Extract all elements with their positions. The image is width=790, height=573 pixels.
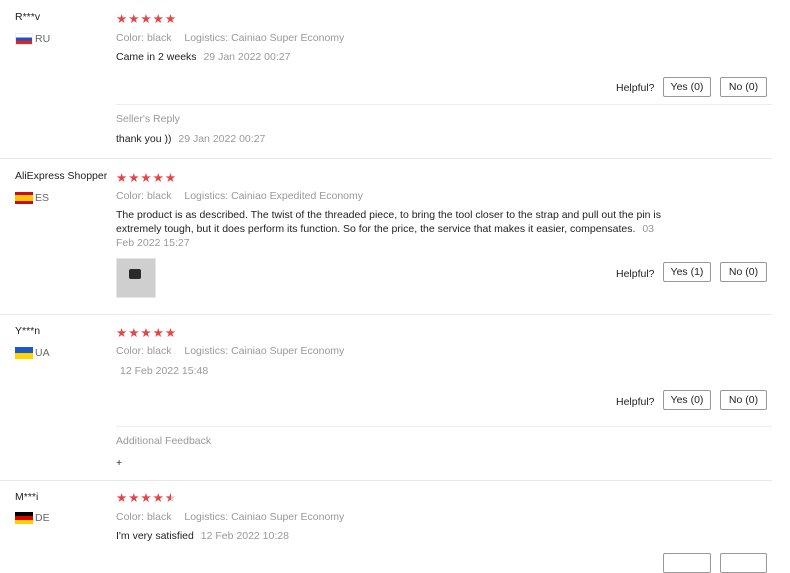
- logistics-value: Cainiao Super Economy: [231, 345, 345, 357]
- review-text: Came in 2 weeks 29 Jan 2022 00:27: [116, 50, 290, 64]
- logistics-label: Logistics:: [184, 190, 229, 202]
- review-text: The product is as described. The twist o…: [116, 208, 736, 250]
- color-value: black: [146, 32, 172, 44]
- color-label: Color:: [116, 190, 145, 202]
- rating-stars: ★★★★★: [116, 490, 177, 505]
- reviewer-country: ES: [15, 192, 49, 204]
- color-label: Color:: [116, 32, 145, 44]
- logistics-value: Cainiao Expedited Economy: [231, 190, 363, 202]
- rating-stars: ★★★★★: [116, 171, 178, 185]
- review-date: 03: [642, 223, 655, 235]
- reviewer-country: UA: [15, 347, 50, 359]
- rating-stars-full: ★★★★: [116, 491, 165, 505]
- helpful-yes-button[interactable]: Yes (1): [663, 262, 711, 282]
- helpful-label: Helpful?: [616, 396, 655, 408]
- helpful-yes-button[interactable]: [663, 553, 711, 573]
- review-body: I'm very satisfied: [116, 530, 194, 542]
- helpful-label: Helpful?: [616, 268, 655, 280]
- country-code: ES: [35, 192, 50, 204]
- country-code: RU: [35, 33, 51, 45]
- reviewer-name: R***v: [15, 11, 41, 23]
- reviewer-country: RU: [15, 33, 50, 45]
- review-photo[interactable]: [116, 258, 156, 298]
- seller-reply-date: 29 Jan 2022 00:27: [178, 133, 266, 145]
- flag-es-icon: [15, 192, 33, 204]
- seller-reply-title: Seller's Reply: [116, 113, 180, 125]
- color-label: Color:: [116, 511, 145, 523]
- helpful-no-button[interactable]: No (0): [720, 262, 767, 282]
- review-item: M***i DE ★★★★★ Color: black Logistics: C…: [0, 480, 772, 573]
- seller-reply: thank you )) 29 Jan 2022 00:27: [116, 132, 265, 146]
- review-text: I'm very satisfied 12 Feb 2022 10:28: [116, 529, 289, 543]
- flag-ua-icon: [15, 347, 33, 359]
- reviewer-name: Y***n: [15, 325, 41, 337]
- helpful-no-button[interactable]: No (0): [720, 77, 767, 97]
- flag-ru-icon: [15, 33, 33, 45]
- review-date: 12 Feb 2022 15:48: [120, 365, 209, 377]
- seller-reply-text: thank you )): [116, 133, 172, 145]
- reviewer-country: DE: [15, 512, 50, 524]
- review-body: extremely tough, but it does perform its…: [116, 223, 636, 235]
- logistics-label: Logistics:: [184, 345, 229, 357]
- section-divider: [116, 104, 772, 105]
- logistics-label: Logistics:: [184, 32, 229, 44]
- additional-feedback-title: Additional Feedback: [116, 435, 212, 447]
- country-code: DE: [35, 512, 50, 524]
- reviewer-name: M***i: [15, 491, 39, 503]
- helpful-label: Helpful?: [616, 82, 655, 94]
- helpful-no-button[interactable]: [720, 553, 767, 573]
- additional-feedback-text: +: [116, 457, 123, 469]
- rating-stars: ★★★★★: [116, 326, 178, 340]
- country-code: UA: [35, 347, 50, 359]
- review-meta: Color: black Logistics: Cainiao Super Ec…: [116, 345, 344, 357]
- rating-star-half: ★: [164, 491, 178, 505]
- review-meta: Color: black Logistics: Cainiao Expedite…: [116, 190, 363, 202]
- color-value: black: [146, 345, 172, 357]
- review-item: R***v RU ★★★★★ Color: black Logistics: C…: [0, 0, 772, 159]
- logistics-value: Cainiao Super Economy: [231, 511, 345, 523]
- review-text: 12 Feb 2022 15:48: [116, 364, 208, 378]
- helpful-yes-button[interactable]: Yes (0): [663, 77, 711, 97]
- review-item: Y***n UA ★★★★★ Color: black Logistics: C…: [0, 314, 772, 481]
- color-value: black: [146, 190, 172, 202]
- review-date: 12 Feb 2022 10:28: [200, 530, 289, 542]
- review-body-line: The product is as described. The twist o…: [116, 209, 661, 221]
- rating-stars: ★★★★★: [116, 12, 178, 26]
- helpful-yes-button[interactable]: Yes (0): [663, 390, 711, 410]
- section-divider: [116, 426, 772, 427]
- review-item: AliExpress Shopper ES ★★★★★ Color: black…: [0, 158, 772, 315]
- review-date: 29 Jan 2022 00:27: [203, 51, 291, 63]
- color-label: Color:: [116, 345, 145, 357]
- review-meta: Color: black Logistics: Cainiao Super Ec…: [116, 511, 344, 523]
- color-value: black: [146, 511, 172, 523]
- review-date-cont: Feb 2022 15:27: [116, 237, 190, 249]
- review-body: Came in 2 weeks: [116, 51, 197, 63]
- helpful-no-button[interactable]: No (0): [720, 390, 767, 410]
- logistics-value: Cainiao Super Economy: [231, 32, 345, 44]
- flag-de-icon: [15, 512, 33, 524]
- reviewer-name: AliExpress Shopper: [15, 170, 108, 182]
- review-meta: Color: black Logistics: Cainiao Super Ec…: [116, 32, 344, 44]
- logistics-label: Logistics:: [184, 511, 229, 523]
- review-body-line: extremely tough, but it does perform its…: [116, 222, 736, 236]
